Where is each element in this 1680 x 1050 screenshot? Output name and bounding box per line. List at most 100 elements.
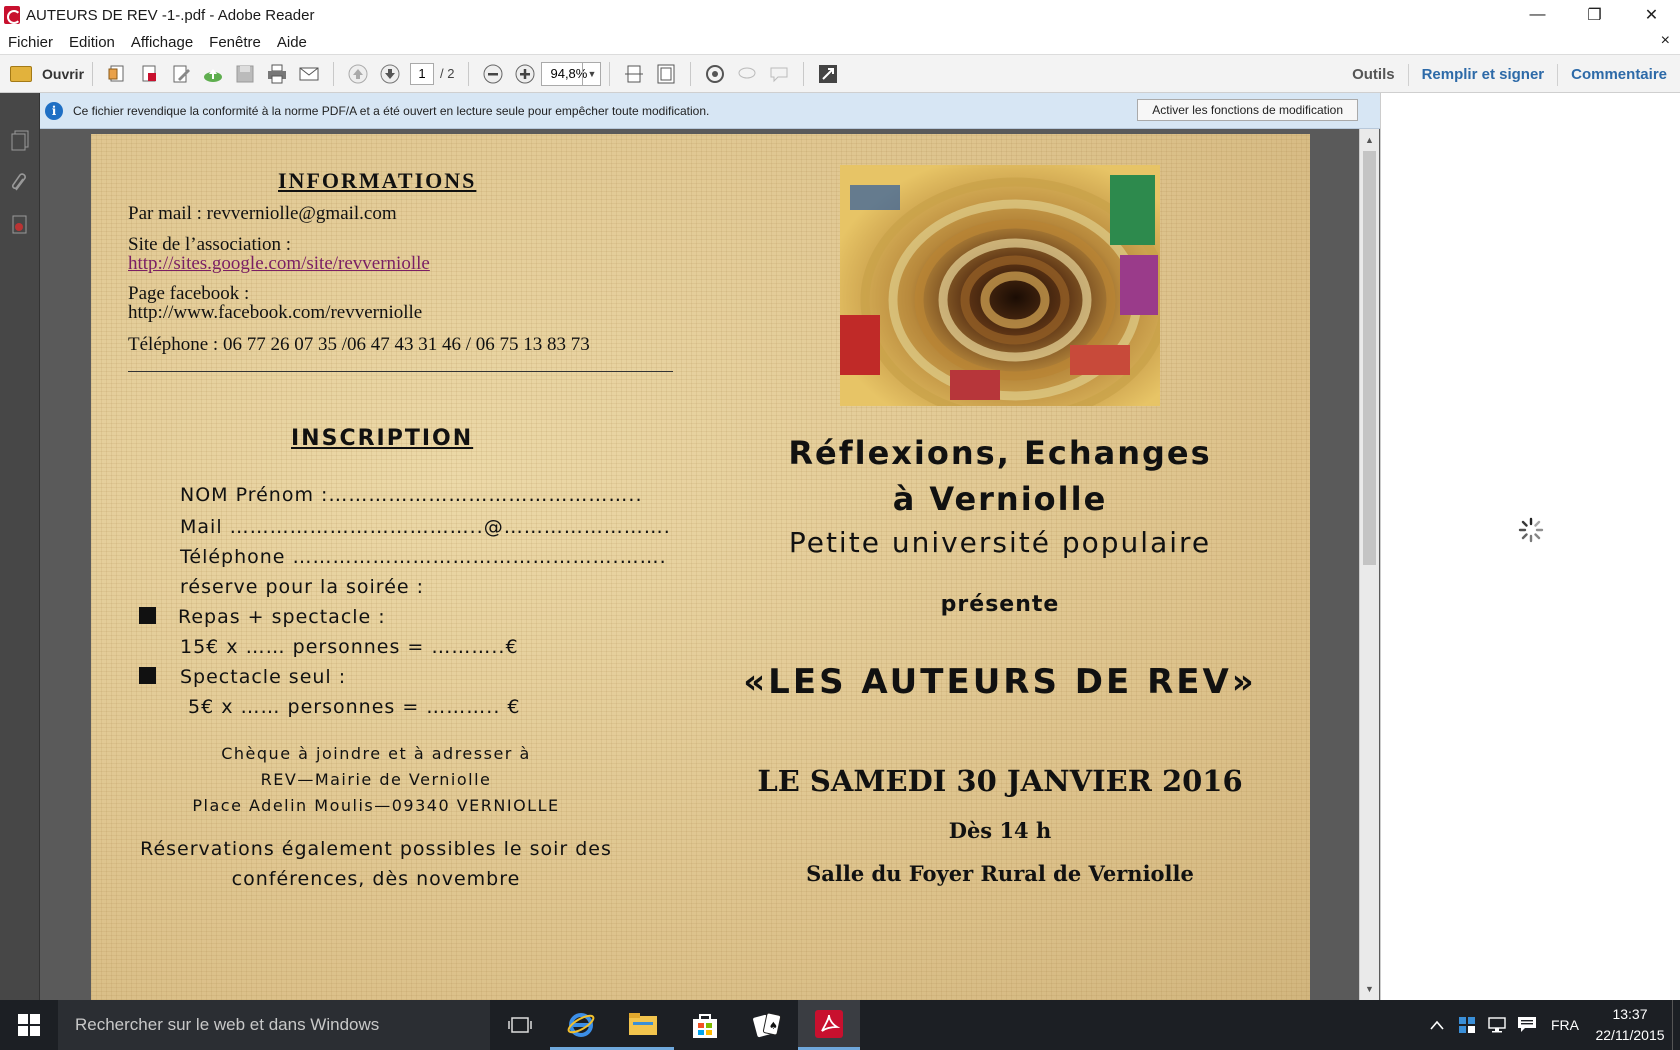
taskbar-adobe-reader[interactable] (798, 1000, 860, 1050)
email-button[interactable] (296, 61, 322, 87)
read-mode-button[interactable] (702, 61, 728, 87)
title-bar: AUTEURS DE REV -1-.pdf - Adobe Reader — … (0, 0, 1680, 30)
edit-document-icon (173, 65, 191, 82)
highlight-button[interactable] (766, 61, 792, 87)
fit-width-button[interactable] (621, 61, 647, 87)
pdfa-message: Ce fichier revendique la conformité à la… (73, 103, 710, 118)
option-show-label: Spectacle seul : (180, 666, 347, 688)
site-link[interactable]: http://sites.google.com/site/revvernioll… (128, 253, 430, 275)
title-line-2: à Verniolle (892, 480, 1108, 518)
printer-icon (268, 64, 287, 83)
next-page-button[interactable] (377, 61, 403, 87)
scroll-thumb[interactable] (1363, 151, 1376, 565)
page-total: / 2 (440, 66, 455, 81)
fit-page-button[interactable] (653, 61, 679, 87)
action-center-icon (1518, 1017, 1536, 1032)
clock-time: 13:37 (1612, 1006, 1648, 1022)
edit-pdf-button[interactable] (168, 61, 194, 87)
show-desktop-button[interactable] (1672, 1000, 1680, 1050)
internet-explorer-icon (567, 1012, 595, 1037)
fullscreen-button[interactable] (815, 61, 841, 87)
tools-link[interactable]: Outils (1339, 64, 1408, 86)
scroll-up-icon[interactable]: ▲ (1360, 131, 1379, 149)
zoom-in-button[interactable] (512, 61, 538, 87)
document-viewer[interactable]: INFORMATIONS Par mail : revverniolle@gma… (40, 129, 1380, 1000)
upload-button[interactable] (200, 61, 226, 87)
envelope-icon (299, 67, 319, 80)
zoom-out-button[interactable] (480, 61, 506, 87)
taskbar-search-box[interactable]: Rechercher sur le web et dans Windows (58, 1000, 490, 1050)
menu-aide[interactable]: Aide (269, 34, 315, 51)
checkbox-square-icon (139, 667, 156, 684)
subtitle: Petite université populaire (788, 526, 1212, 559)
paperclip-icon (11, 173, 26, 191)
book-spiral-image (840, 165, 1160, 406)
rotate-icon (706, 64, 725, 83)
attachments-button[interactable] (8, 171, 32, 195)
taskbar-solitaire[interactable]: ♠ (736, 1000, 798, 1050)
cloud-upload-icon (204, 68, 223, 82)
menu-fichier[interactable]: Fichier (0, 34, 61, 51)
network-button[interactable] (1482, 1017, 1512, 1033)
page-number-input[interactable]: 1 (410, 62, 435, 85)
input-language[interactable]: FRA (1542, 1017, 1588, 1033)
create-pdf-button[interactable] (104, 61, 130, 87)
event-title: «LES AUTEURS DE REV» (743, 662, 1257, 702)
close-document-button[interactable]: × (1661, 32, 1670, 50)
print-button[interactable] (264, 61, 290, 87)
option-meal-label: Repas + spectacle : (178, 606, 386, 628)
phone-line: Téléphone : 06 77 26 07 35 /06 47 43 31 … (128, 334, 590, 355)
save-button[interactable] (232, 61, 258, 87)
comment-icon (770, 67, 788, 82)
tray-app-button[interactable] (1452, 1016, 1482, 1034)
close-button[interactable]: ✕ (1623, 0, 1680, 30)
form-name-line: NOM Prénom :……………………………………….. (180, 484, 643, 506)
pdf-page: INFORMATIONS Par mail : revverniolle@gma… (91, 134, 1310, 1000)
start-button[interactable] (0, 1000, 58, 1050)
plus-circle-icon (515, 64, 535, 83)
menu-edition[interactable]: Edition (61, 34, 123, 51)
zoom-select[interactable]: 94,8% ▼ (541, 61, 602, 86)
vertical-scrollbar[interactable]: ▲ ▼ (1359, 129, 1379, 1000)
comment-link[interactable]: Commentaire (1557, 63, 1680, 86)
scroll-down-icon[interactable]: ▼ (1360, 980, 1379, 998)
menu-bar: Fichier Edition Affichage Fenêtre Aide × (0, 30, 1680, 54)
enable-editing-button[interactable]: Activer les fonctions de modification (1137, 99, 1358, 121)
signatures-button[interactable] (8, 213, 32, 237)
chevron-up-icon (1430, 1020, 1444, 1030)
event-date: LE SAMEDI 30 JANVIER 2016 (757, 764, 1243, 798)
taskbar-store[interactable] (674, 1000, 736, 1050)
menu-affichage[interactable]: Affichage (123, 34, 201, 51)
export-pdf-button[interactable] (136, 61, 162, 87)
fill-sign-link[interactable]: Remplir et signer (1407, 63, 1558, 86)
mail-line: Par mail : revverniolle@gmail.com (128, 203, 397, 224)
navigation-pane (0, 93, 40, 1000)
adobe-pdf-icon (815, 1009, 843, 1038)
taskbar-internet-explorer[interactable] (550, 1000, 612, 1050)
menu-fenetre[interactable]: Fenêtre (201, 34, 269, 51)
restore-button[interactable]: ❐ (1566, 0, 1623, 30)
previous-page-button[interactable] (345, 61, 371, 87)
notifications-button[interactable] (1512, 1016, 1542, 1034)
inscription-heading: INSCRIPTION (291, 426, 474, 451)
minimize-button[interactable]: — (1509, 0, 1566, 30)
fit-width-icon (625, 65, 644, 82)
task-view-button[interactable] (490, 1000, 550, 1050)
presente-text: présente (940, 592, 1060, 617)
event-time: Dès 14 h (948, 818, 1052, 843)
signature-icon (12, 215, 26, 234)
open-button[interactable]: Ouvrir (10, 65, 84, 82)
clock[interactable]: 13:37 22/11/2015 (1588, 1004, 1672, 1046)
section-divider (128, 371, 673, 372)
page-thumbnails-button[interactable] (8, 129, 32, 153)
create-pdf-icon (108, 65, 124, 81)
toolbar-separator (690, 61, 692, 86)
taskbar-file-explorer[interactable] (612, 1000, 674, 1050)
show-hidden-icons-button[interactable] (1422, 1020, 1452, 1030)
playing-cards-icon: ♠ (753, 1012, 782, 1038)
tools-pane (1380, 93, 1680, 1000)
reservation-line-1: Réservations également possibles le soir… (140, 838, 612, 860)
event-place: Salle du Foyer Rural de Verniolle (806, 861, 1194, 886)
cheque-line-1: Chèque à joindre et à adresser à (221, 744, 531, 763)
add-note-button[interactable] (734, 61, 760, 87)
